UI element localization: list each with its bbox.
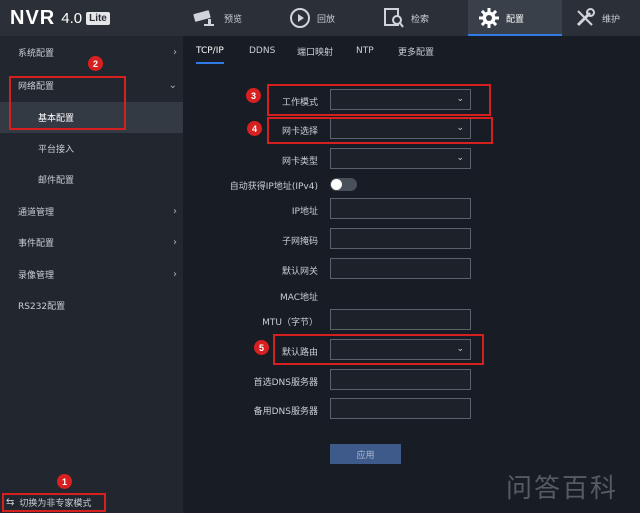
sidebar-item-platform-access[interactable]: 平台接入 xyxy=(0,133,183,164)
chevron-down-icon: ⌄ xyxy=(456,153,464,163)
nav-label: 回放 xyxy=(317,14,336,25)
annotation-badge: 2 xyxy=(88,56,103,71)
mtu-input[interactable] xyxy=(330,309,471,330)
ip-address-label: IP地址 xyxy=(291,207,318,217)
sidebar-item-label: 平台接入 xyxy=(38,145,75,155)
chevron-right-icon: › xyxy=(173,47,177,58)
annotation-badge: 1 xyxy=(57,474,72,489)
brand-name: NVR xyxy=(10,6,56,29)
primary-dns-input[interactable] xyxy=(330,369,471,390)
app-logo: NVR 4.0 Lite xyxy=(10,6,110,30)
toggle-knob xyxy=(331,179,342,190)
tab-label: 更多配置 xyxy=(398,47,435,58)
nav-label: 检索 xyxy=(411,14,430,25)
watermark: 问答百科 xyxy=(506,474,619,504)
annotation-box-mode-switch xyxy=(2,493,106,512)
nav-label: 预览 xyxy=(224,14,243,25)
nav-maintenance[interactable]: 维护 xyxy=(574,0,620,36)
tab-tcpip[interactable]: TCP/IP xyxy=(196,36,224,66)
sidebar-item-recording-management[interactable]: 录像管理 › xyxy=(0,259,183,290)
camera-icon xyxy=(193,10,214,26)
dhcp-toggle[interactable] xyxy=(330,178,357,191)
sidebar-item-label: 录像管理 xyxy=(18,271,55,281)
tab-more-config[interactable]: 更多配置 xyxy=(398,36,434,66)
annotation-badge: 5 xyxy=(254,340,269,355)
nav-config[interactable]: 配置 xyxy=(468,0,562,36)
subnet-mask-input[interactable] xyxy=(330,228,471,249)
search-icon xyxy=(384,8,404,28)
nav-label: 维护 xyxy=(602,14,621,25)
tab-label: TCP/IP xyxy=(196,46,224,56)
edition-badge: Lite xyxy=(86,11,110,25)
apply-button[interactable]: 应用 xyxy=(330,444,401,464)
tab-bar: TCP/IP DDNS 端口映射 NTP 更多配置 xyxy=(183,36,640,66)
tab-ntp[interactable]: NTP xyxy=(356,36,374,66)
annotation-box-network-config xyxy=(9,76,126,130)
sidebar-item-label: 通道管理 xyxy=(18,208,55,218)
nav-playback[interactable]: 回放 xyxy=(289,0,335,36)
sidebar-item-label: 事件配置 xyxy=(18,239,55,249)
default-gateway-input[interactable] xyxy=(330,258,471,279)
chevron-right-icon: › xyxy=(173,269,177,280)
sidebar-item-channel-management[interactable]: 通道管理 › xyxy=(0,196,183,227)
nav-preview[interactable]: 预览 xyxy=(192,0,242,36)
annotation-badge: 3 xyxy=(246,88,261,103)
nav-search[interactable]: 检索 xyxy=(383,0,429,36)
tab-label: DDNS xyxy=(249,46,276,56)
version: 4.0 xyxy=(61,9,83,27)
dhcp-label: 自动获得IP地址(IPv4) xyxy=(229,182,318,192)
tab-label: NTP xyxy=(356,46,374,56)
sidebar-item-event-config[interactable]: 事件配置 › xyxy=(0,227,183,258)
nic-type-label: 网卡类型 xyxy=(281,157,318,167)
sidebar-item-label: 邮件配置 xyxy=(38,176,75,186)
subnet-mask-label: 子网掩码 xyxy=(281,237,318,247)
annotation-box-nic-select xyxy=(267,117,493,144)
top-bar: NVR 4.0 Lite 预览 回放 检索 配置 维护 xyxy=(0,0,640,36)
tab-port-mapping[interactable]: 端口映射 xyxy=(297,36,333,66)
mtu-label: MTU（字节） xyxy=(262,318,318,328)
annotation-box-work-mode xyxy=(267,84,491,116)
nav-label: 配置 xyxy=(506,14,525,25)
secondary-dns-label: 备用DNS服务器 xyxy=(253,407,318,417)
wrench-icon xyxy=(576,8,595,27)
playback-icon xyxy=(290,8,310,28)
secondary-dns-input[interactable] xyxy=(330,398,471,419)
default-gateway-label: 默认网关 xyxy=(281,267,318,277)
chevron-down-icon: ⌄ xyxy=(168,80,177,91)
sidebar-item-rs232-config[interactable]: RS232配置 xyxy=(0,290,183,321)
mac-address-label: MAC地址 xyxy=(279,293,318,303)
tab-ddns[interactable]: DDNS xyxy=(249,36,275,66)
annotation-badge: 4 xyxy=(247,121,262,136)
chevron-right-icon: › xyxy=(173,237,177,248)
gear-icon xyxy=(479,8,499,28)
sidebar-item-email-config[interactable]: 邮件配置 xyxy=(0,164,183,195)
ip-address-input[interactable] xyxy=(330,198,471,219)
sidebar-item-label: 系统配置 xyxy=(18,49,55,59)
nic-type-select[interactable]: ⌄ xyxy=(330,148,471,169)
sidebar-item-label: RS232配置 xyxy=(18,302,66,312)
annotation-box-default-route xyxy=(273,334,484,365)
chevron-right-icon: › xyxy=(173,206,177,217)
tab-label: 端口映射 xyxy=(297,47,334,58)
primary-dns-label: 首选DNS服务器 xyxy=(253,378,318,388)
